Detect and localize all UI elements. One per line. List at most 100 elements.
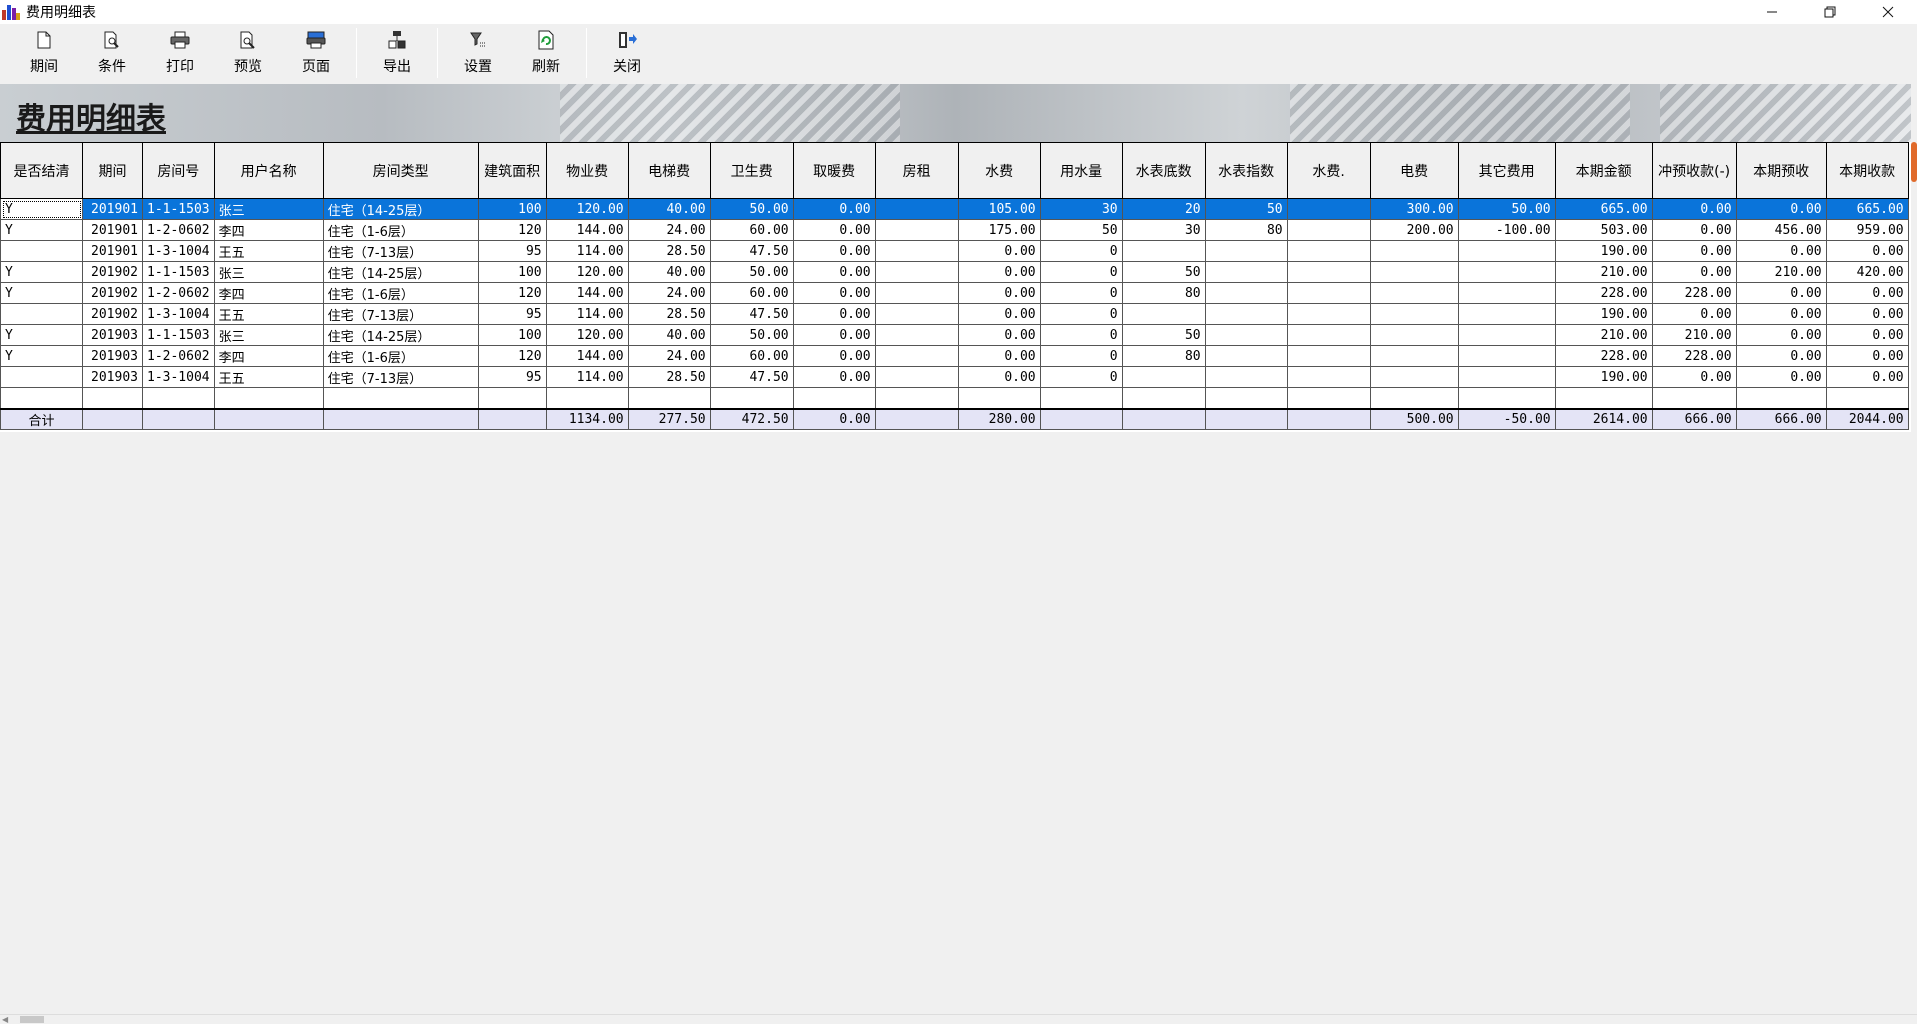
table-cell[interactable]: 住宅（1-6层） [322, 345, 479, 367]
table-cell[interactable]: 0.00 [792, 303, 876, 325]
table-cell[interactable]: 0.00 [792, 366, 876, 388]
table-cell[interactable]: 0.00 [1735, 198, 1827, 220]
table-cell[interactable]: 0.00 [1651, 366, 1737, 388]
settings-button[interactable]: 设置 [444, 24, 512, 80]
table-cell[interactable]: 201903 [82, 324, 143, 346]
table-cell[interactable]: 0.00 [957, 282, 1041, 304]
column-header[interactable]: 期间 [82, 142, 143, 199]
table-cell[interactable]: 228.00 [1554, 282, 1653, 304]
table-cell[interactable]: 王五 [213, 366, 324, 388]
table-cell[interactable]: 190.00 [1554, 366, 1653, 388]
table-cell[interactable] [874, 387, 959, 409]
column-header[interactable]: 冲预收款(-) [1651, 142, 1737, 199]
table-cell[interactable] [1286, 366, 1371, 388]
table-cell[interactable] [1204, 240, 1288, 262]
table-cell[interactable] [1735, 387, 1827, 409]
table-cell[interactable]: 住宅（1-6层） [322, 282, 479, 304]
table-cell[interactable]: 1-2-0602 [142, 282, 215, 304]
table-cell[interactable] [627, 387, 711, 409]
table-cell[interactable]: 住宅（7-13层） [322, 303, 479, 325]
table-cell[interactable]: 50 [1204, 198, 1288, 220]
table-cell[interactable] [1651, 387, 1737, 409]
table-cell[interactable]: Y [0, 219, 83, 241]
table-cell[interactable]: 50 [1121, 261, 1206, 283]
table-cell[interactable] [1286, 240, 1371, 262]
table-cell[interactable]: Y [0, 282, 83, 304]
table-cell[interactable]: 201901 [82, 219, 143, 241]
table-cell[interactable]: 50.00 [1457, 198, 1556, 220]
refresh-button[interactable]: 刷新 [512, 24, 580, 80]
table-cell[interactable]: 1-1-1503 [142, 324, 215, 346]
table-cell[interactable]: 李四 [213, 345, 324, 367]
vertical-scrollbar[interactable] [1911, 142, 1917, 432]
table-cell[interactable] [1204, 345, 1288, 367]
table-cell[interactable]: 24.00 [627, 282, 711, 304]
table-cell[interactable]: 665.00 [1554, 198, 1653, 220]
table-cell[interactable] [1204, 303, 1288, 325]
export-button[interactable]: 导出 [363, 24, 431, 80]
table-cell[interactable] [0, 240, 83, 262]
table-cell[interactable] [1121, 387, 1206, 409]
table-cell[interactable] [1286, 282, 1371, 304]
table-cell[interactable] [792, 387, 876, 409]
table-cell[interactable]: 0.00 [792, 198, 876, 220]
table-cell[interactable]: 0.00 [792, 240, 876, 262]
page-button[interactable]: 页面 [282, 24, 350, 80]
table-cell[interactable]: 0 [1039, 282, 1123, 304]
table-cell[interactable]: Y [0, 324, 83, 346]
table-cell[interactable] [1457, 324, 1556, 346]
table-cell[interactable]: 0.00 [1825, 282, 1909, 304]
table-cell[interactable] [1204, 282, 1288, 304]
table-row[interactable]: 201903 1-3-1004 王五 住宅（7-13层） 95 114.00 28.50 47… [0, 366, 1909, 388]
table-cell[interactable]: 住宅（14-25层） [322, 324, 479, 346]
table-cell[interactable]: 0 [1039, 345, 1123, 367]
column-header[interactable]: 本期收款 [1825, 142, 1909, 199]
table-cell[interactable]: 80 [1121, 345, 1206, 367]
table-cell[interactable] [1286, 303, 1371, 325]
column-header[interactable]: 建筑面积 [477, 142, 547, 199]
table-cell[interactable]: 0 [1039, 324, 1123, 346]
column-header[interactable]: 本期金额 [1554, 142, 1653, 199]
table-cell[interactable]: 0.00 [1651, 198, 1737, 220]
table-cell[interactable]: 47.50 [709, 366, 794, 388]
table-cell[interactable]: 201902 [82, 303, 143, 325]
table-cell[interactable]: 144.00 [545, 282, 629, 304]
table-cell[interactable]: 0.00 [957, 240, 1041, 262]
table-cell[interactable] [874, 261, 959, 283]
table-cell[interactable]: 144.00 [545, 219, 629, 241]
table-cell[interactable]: 201903 [82, 366, 143, 388]
table-row[interactable]: Y 201901 1-1-1503 张三 住宅（14-25层） 100 120.00 40.0… [0, 198, 1909, 220]
table-cell[interactable]: 0.00 [1735, 282, 1827, 304]
table-cell[interactable]: 114.00 [545, 366, 629, 388]
table-cell[interactable]: 80 [1204, 219, 1288, 241]
table-cell[interactable] [1457, 240, 1556, 262]
table-row[interactable]: Y 201901 1-2-0602 李四 住宅（1-6层） 120 144.00 24.00 6… [0, 219, 1909, 241]
table-cell[interactable]: 40.00 [627, 261, 711, 283]
table-cell[interactable] [0, 303, 83, 325]
table-cell[interactable]: 228.00 [1554, 345, 1653, 367]
minimize-button[interactable] [1743, 0, 1801, 24]
table-cell[interactable]: 0.00 [1825, 324, 1909, 346]
period-button[interactable]: 期间 [10, 24, 78, 80]
table-cell[interactable] [1204, 366, 1288, 388]
table-cell[interactable] [1369, 324, 1459, 346]
table-cell[interactable]: 50 [1039, 219, 1123, 241]
table-cell[interactable] [82, 387, 143, 409]
table-cell[interactable]: 95 [477, 240, 547, 262]
table-cell[interactable]: 120.00 [545, 198, 629, 220]
table-cell[interactable]: 175.00 [957, 219, 1041, 241]
table-cell[interactable] [1121, 366, 1206, 388]
table-cell[interactable]: 王五 [213, 303, 324, 325]
table-cell[interactable] [1369, 303, 1459, 325]
table-cell[interactable]: 28.50 [627, 240, 711, 262]
column-header[interactable]: 其它费用 [1457, 142, 1556, 199]
table-cell[interactable]: 201903 [82, 345, 143, 367]
table-cell[interactable]: 住宅（1-6层） [322, 219, 479, 241]
table-cell[interactable]: 95 [477, 303, 547, 325]
table-cell[interactable] [1286, 261, 1371, 283]
table-cell[interactable] [874, 198, 959, 220]
table-cell[interactable] [1204, 387, 1288, 409]
table-cell[interactable] [1286, 219, 1371, 241]
table-cell[interactable] [1121, 303, 1206, 325]
table-cell[interactable]: 120 [477, 282, 547, 304]
